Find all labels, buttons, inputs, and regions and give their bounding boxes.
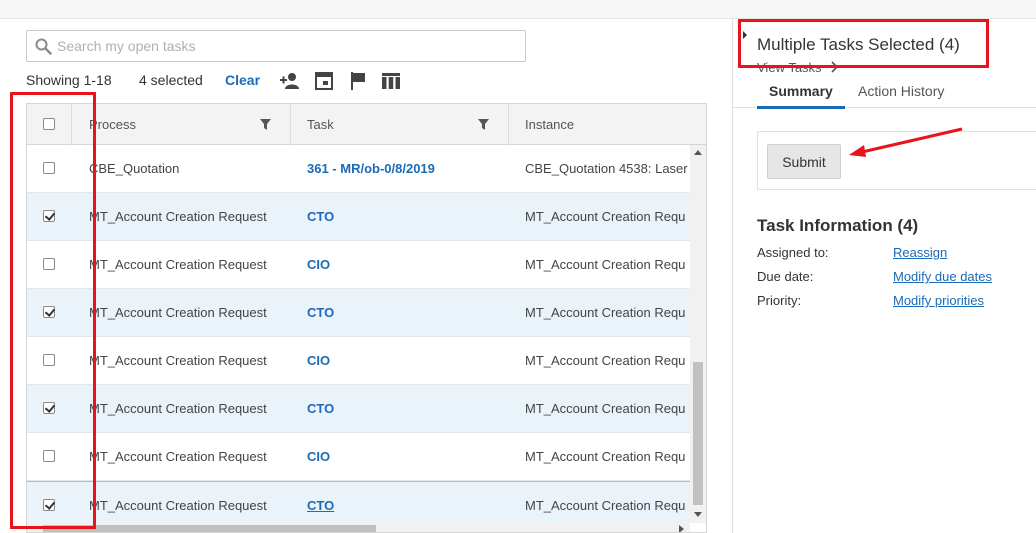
view-tasks-label: View Tasks (757, 60, 822, 75)
tab-summary[interactable]: Summary (757, 83, 845, 109)
assigned-label: Assigned to: (757, 245, 829, 260)
list-toolbar: Showing 1-18 4 selected Clear (26, 69, 426, 93)
filter-icon[interactable] (478, 119, 489, 130)
process-cell: MT_Account Creation Request (89, 305, 267, 320)
horizontal-scrollbar[interactable] (27, 523, 690, 532)
selected-count: 4 selected (139, 72, 203, 88)
column-process-label: Process (89, 117, 136, 132)
table-row[interactable]: MT_Account Creation Request CIO MT_Account… (27, 433, 690, 481)
row-checkbox[interactable] (43, 499, 55, 511)
priority-row: Priority: Modify priorities (757, 293, 1036, 313)
submit-button[interactable]: Submit (767, 144, 841, 179)
search-icon (35, 38, 52, 55)
grid-rows: CBE_Quotation 361 - MR/ob-0/8/2019 CBE_Quo… (27, 145, 690, 523)
process-cell: MT_Account Creation Request (89, 257, 267, 272)
chevron-right-icon (831, 61, 839, 73)
row-checkbox[interactable] (43, 354, 55, 366)
row-checkbox[interactable] (43, 258, 55, 270)
task-link[interactable]: CTO (307, 401, 334, 416)
scroll-right-icon[interactable] (679, 525, 684, 532)
reassign-link[interactable]: Reassign (893, 245, 947, 260)
horizontal-scroll-thumb[interactable] (43, 525, 376, 532)
row-checkbox[interactable] (43, 306, 55, 318)
showing-count: Showing 1-18 (26, 72, 112, 88)
process-cell: MT_Account Creation Request (89, 498, 267, 513)
view-tasks-link[interactable]: View Tasks (757, 60, 839, 75)
instance-cell: MT_Account Creation Requ (525, 305, 686, 320)
task-link[interactable]: CTO (307, 305, 334, 320)
table-row[interactable]: MT_Account Creation Request CTO MT_Account… (27, 289, 690, 337)
columns-icon[interactable] (379, 69, 403, 93)
task-information-heading: Task Information (4) (757, 216, 919, 235)
process-cell: MT_Account Creation Request (89, 401, 267, 416)
task-link[interactable]: CIO (307, 257, 330, 272)
collapse-caret-icon[interactable] (743, 31, 747, 39)
table-row[interactable]: MT_Account Creation Request CIO MT_Account… (27, 337, 690, 385)
details-panel: Multiple Tasks Selected (4) View Tasks S… (733, 19, 1036, 533)
scroll-up-icon[interactable] (694, 150, 702, 155)
process-cell: MT_Account Creation Request (89, 209, 267, 224)
table-row[interactable]: MT_Account Creation Request CTO MT_Account… (27, 481, 690, 523)
filter-icon[interactable] (260, 119, 271, 130)
search-box[interactable] (26, 30, 526, 62)
instance-cell: MT_Account Creation Requ (525, 209, 686, 224)
search-input[interactable] (57, 31, 517, 61)
grid-header: Process Task Instance (27, 104, 706, 145)
instance-cell: MT_Account Creation Requ (525, 449, 686, 464)
column-instance-label: Instance (525, 117, 575, 132)
annotation-arrow-icon (849, 127, 963, 157)
clear-selection-link[interactable]: Clear (225, 72, 260, 88)
tab-action-history[interactable]: Action History (858, 83, 944, 99)
column-task[interactable]: Task (291, 104, 509, 145)
assigned-row: Assigned to: Reassign (757, 245, 1036, 265)
modify-due-dates-link[interactable]: Modify due dates (893, 269, 992, 284)
calendar-window-icon[interactable] (312, 69, 336, 93)
panel-title: Multiple Tasks Selected (4) (757, 35, 960, 54)
column-process[interactable]: Process (72, 104, 291, 145)
due-date-label: Due date: (757, 269, 814, 284)
row-checkbox[interactable] (43, 450, 55, 462)
scroll-down-icon[interactable] (694, 512, 702, 517)
top-bar (0, 0, 1036, 19)
select-all-column (27, 104, 72, 145)
task-link[interactable]: CIO (307, 449, 330, 464)
panel-tabs: Summary Action History (733, 77, 1036, 109)
scroll-thumb[interactable] (693, 362, 703, 505)
instance-cell: MT_Account Creation Requ (525, 353, 686, 368)
task-grid: Process Task Instance CBE_Quotation 361 -… (26, 103, 707, 533)
column-instance[interactable]: Instance (509, 104, 706, 145)
add-user-icon[interactable] (278, 69, 302, 93)
instance-cell: MT_Account Creation Requ (525, 498, 686, 513)
row-checkbox[interactable] (43, 162, 55, 174)
task-list-pane: Showing 1-18 4 selected Clear (0, 19, 732, 533)
row-checkbox[interactable] (43, 402, 55, 414)
table-row[interactable]: CBE_Quotation 361 - MR/ob-0/8/2019 CBE_Quo… (27, 145, 690, 193)
select-all-checkbox[interactable] (43, 118, 55, 130)
process-cell: MT_Account Creation Request (89, 353, 267, 368)
flag-icon[interactable] (346, 69, 370, 93)
process-cell: MT_Account Creation Request (89, 449, 267, 464)
task-link[interactable]: CTO (307, 498, 334, 513)
priority-label: Priority: (757, 293, 802, 308)
vertical-scrollbar[interactable] (690, 145, 706, 523)
task-link[interactable]: 361 - MR/ob-0/8/2019 (307, 161, 435, 176)
due-date-row: Due date: Modify due dates (757, 269, 1036, 289)
row-checkbox[interactable] (43, 210, 55, 222)
table-row[interactable]: MT_Account Creation Request CIO MT_Account… (27, 241, 690, 289)
table-row[interactable]: MT_Account Creation Request CTO MT_Account… (27, 193, 690, 241)
instance-cell: CBE_Quotation 4538: Laser (525, 161, 688, 176)
task-link[interactable]: CTO (307, 209, 334, 224)
table-row[interactable]: MT_Account Creation Request CTO MT_Account… (27, 385, 690, 433)
instance-cell: MT_Account Creation Requ (525, 401, 686, 416)
column-task-label: Task (307, 117, 334, 132)
task-link[interactable]: CIO (307, 353, 330, 368)
process-cell: CBE_Quotation (89, 161, 180, 176)
modify-priorities-link[interactable]: Modify priorities (893, 293, 984, 308)
instance-cell: MT_Account Creation Requ (525, 257, 686, 272)
